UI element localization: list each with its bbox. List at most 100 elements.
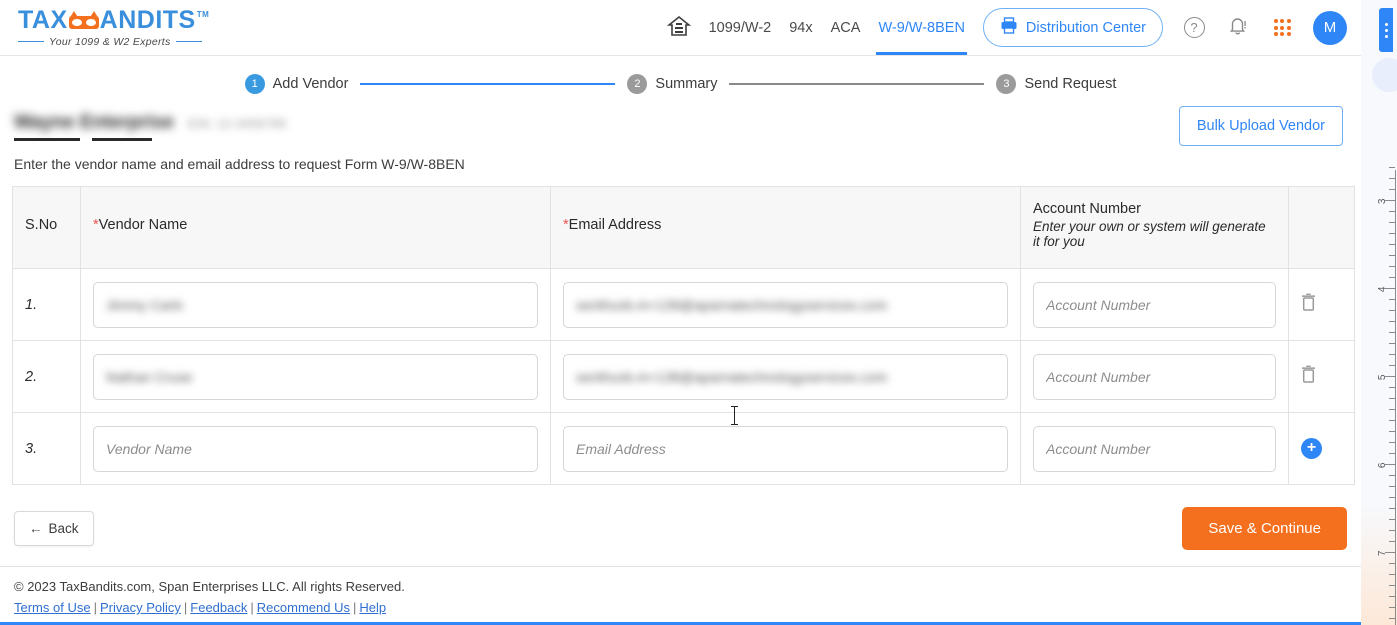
ruler-label: 6	[1377, 462, 1389, 469]
distribution-center-button[interactable]: Distribution Center	[982, 8, 1163, 47]
email-address-input[interactable]	[563, 425, 1008, 472]
step-connector-1	[360, 82, 616, 86]
footer-link-feedback[interactable]: Feedback	[190, 600, 247, 615]
row-action-cell	[1288, 268, 1355, 341]
nav-item-94x[interactable]: 94x	[789, 0, 812, 55]
delete-row-icon[interactable]	[1301, 293, 1316, 315]
main-window: TAX ANDITS TM Your 1099 & W2 Experts 109…	[0, 0, 1361, 625]
home-icon[interactable]	[666, 15, 691, 41]
ruler-tick-minor	[1389, 233, 1395, 234]
column-label: Email Address	[568, 217, 662, 233]
bulk-upload-vendor-button[interactable]: Bulk Upload Vendor	[1178, 106, 1343, 146]
vertical-ruler: 3 4 5 6 7	[1368, 167, 1396, 625]
logo-text-tax: TAX	[18, 5, 68, 34]
ruler-tick-minor	[1389, 530, 1395, 531]
add-row-icon[interactable]: +	[1301, 438, 1322, 459]
vendor-name-cell: Nathan Cruse	[80, 340, 551, 413]
step-summary[interactable]: 2 Summary	[627, 74, 717, 94]
text-cursor	[731, 406, 738, 425]
ruler-tick-minor	[1389, 222, 1395, 223]
table-row: 3. +	[12, 412, 1355, 485]
apps-grid-icon	[1273, 19, 1291, 36]
nav-label: ACA	[830, 19, 861, 36]
ruler-tick-minor	[1389, 607, 1395, 608]
step-add-vendor[interactable]: 1 Add Vendor	[244, 74, 348, 94]
ruler-tick-minor	[1389, 266, 1395, 267]
app-header: TAX ANDITS TM Your 1099 & W2 Experts 109…	[0, 0, 1361, 56]
help-glyph: ?	[1190, 20, 1198, 35]
footer-link-help[interactable]: Help	[359, 600, 386, 615]
nav-item-aca[interactable]: ACA	[831, 0, 861, 55]
email-address-cell: senthuvb.m+138@aparnatechnologyservices.…	[550, 340, 1021, 413]
ruler-tick-minor	[1389, 541, 1395, 542]
account-number-input[interactable]	[1033, 281, 1276, 328]
delete-row-icon[interactable]	[1301, 365, 1316, 387]
save-continue-button[interactable]: Save & Continue	[1182, 507, 1347, 550]
help-button[interactable]: ?	[1181, 15, 1207, 41]
row-number: 1.	[12, 268, 81, 341]
ruler-tick-minor	[1389, 442, 1395, 443]
nav-item-w9-w8ben[interactable]: W-9/W-8BEN	[876, 0, 968, 55]
nav-label: W-9/W-8BEN	[878, 19, 965, 36]
email-address-cell	[550, 412, 1021, 485]
step-number: 3	[996, 74, 1017, 94]
notifications-button[interactable]	[1225, 15, 1251, 41]
ruler-tick-minor	[1389, 420, 1395, 421]
apps-grid-button[interactable]	[1269, 15, 1295, 41]
email-address-input[interactable]: senthuvb.m+138@aparnatechnologyservices.…	[563, 353, 1008, 400]
vendor-name-input[interactable]: Nathan Cruse	[93, 353, 538, 400]
nav-item-1099-w2[interactable]: 1099/W-2	[709, 0, 772, 55]
ruler-tick-minor	[1389, 563, 1395, 564]
footer-separator: |	[183, 600, 188, 615]
nav-label: 94x	[789, 19, 813, 36]
footer-link-recommend-us[interactable]: Recommend Us	[257, 600, 350, 615]
email-address-value: senthuvb.m+139@aparnatechnologyservices.…	[576, 296, 888, 313]
ruler-label: 7	[1377, 550, 1389, 557]
step-number: 1	[244, 74, 265, 94]
side-blue-tab[interactable]	[1379, 8, 1393, 52]
ruler-tick-minor	[1389, 277, 1395, 278]
ruler-tick-minor	[1389, 508, 1395, 509]
footer-links: Terms of Use | Privacy Policy | Feedback | Rec…	[14, 600, 1347, 615]
ruler-tick-minor	[1389, 453, 1395, 454]
avatar-initial: M	[1323, 19, 1337, 36]
account-number-input[interactable]	[1033, 425, 1276, 472]
form-actions: ← Back Save & Continue	[12, 507, 1349, 550]
main-navigation: 1099/W-2 94x ACA W-9/W-8BEN Distribution…	[666, 0, 1347, 55]
ruler-tick-minor	[1389, 409, 1395, 410]
ruler-tick-minor	[1389, 332, 1395, 333]
column-header-actions	[1288, 186, 1355, 269]
account-number-cell	[1020, 268, 1289, 341]
ruler-tick-minor	[1389, 475, 1395, 476]
ruler-label: 3	[1377, 198, 1389, 205]
trademark-mark: TM	[196, 10, 210, 19]
distribution-center-label: Distribution Center	[1025, 19, 1146, 36]
printer-icon	[1000, 17, 1018, 38]
ruler-tick-minor	[1389, 519, 1395, 520]
step-label: Summary	[655, 76, 718, 92]
email-address-input[interactable]: senthuvb.m+139@aparnatechnologyservices.…	[563, 281, 1008, 328]
app-root: 3 4 5 6 7 TAX ANDITS TM Your 1099 & W2 Experts	[0, 0, 1397, 625]
account-number-cell	[1020, 412, 1289, 485]
footer-link-terms-of-use[interactable]: Terms of Use	[14, 600, 91, 615]
account-number-cell	[1020, 340, 1289, 413]
footer-link-privacy-policy[interactable]: Privacy Policy	[100, 600, 181, 615]
ruler-tick-minor	[1389, 574, 1395, 575]
vendor-table: S.No *Vendor Name *Email Address Account…	[12, 186, 1355, 485]
account-number-input[interactable]	[1033, 353, 1276, 400]
logo-tagline: Your 1099 & W2 Experts	[49, 35, 171, 48]
ruler-tick-minor	[1389, 387, 1395, 388]
footer-separator: |	[250, 600, 254, 615]
table-header-row: S.No *Vendor Name *Email Address Account…	[12, 186, 1355, 269]
avatar[interactable]: M	[1313, 10, 1347, 45]
ruler-tick-minor	[1389, 310, 1395, 311]
step-send-request[interactable]: 3 Send Request	[996, 74, 1116, 94]
taxbandits-logo[interactable]: TAX ANDITS TM Your 1099 & W2 Experts	[18, 5, 210, 48]
logo-wordmark: TAX ANDITS TM	[18, 5, 210, 34]
back-button[interactable]: ← Back	[14, 511, 94, 546]
ruler-tick-minor	[1389, 398, 1395, 399]
vendor-name-input[interactable]	[93, 425, 538, 472]
vendor-name-input[interactable]: Jimmy Carls	[93, 281, 538, 328]
email-address-cell: senthuvb.m+139@aparnatechnologyservices.…	[550, 268, 1021, 341]
ruler-tick-minor	[1389, 486, 1395, 487]
